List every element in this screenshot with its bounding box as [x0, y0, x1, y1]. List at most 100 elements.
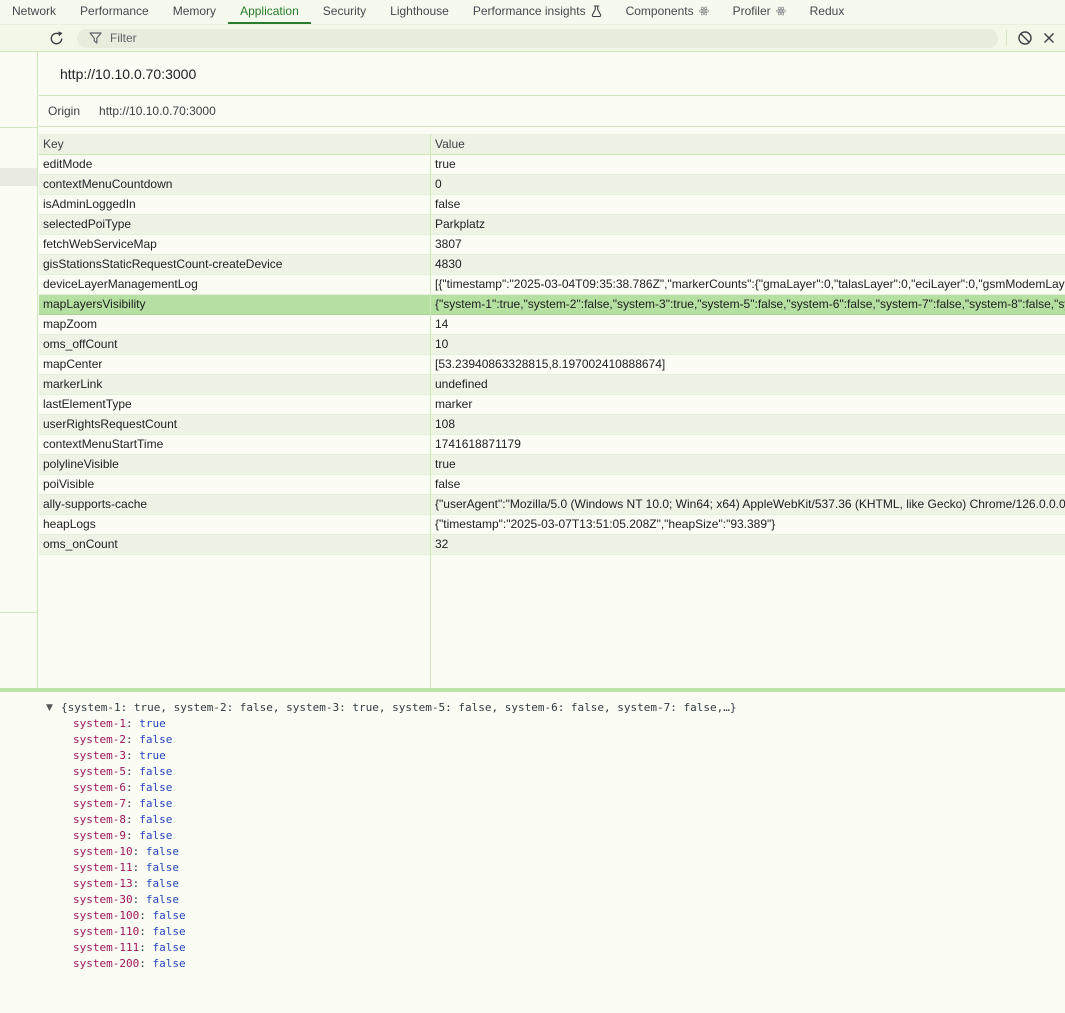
tab-lighthouse[interactable]: Lighthouse [378, 0, 461, 24]
row-value: {"timestamp":"2025-03-07T13:51:05.208Z",… [430, 515, 1065, 534]
table-row[interactable]: oms_onCount32 [39, 535, 1065, 555]
row-key: selectedPoiType [39, 215, 430, 234]
row-value: 10 [430, 335, 1065, 354]
expand-caret-icon[interactable]: ▼ [46, 700, 56, 716]
property-name: system-2 [73, 733, 126, 746]
property-value: false [139, 797, 172, 810]
table-row[interactable]: mapZoom14 [39, 315, 1065, 335]
column-resize-handle[interactable] [430, 134, 431, 688]
property-value: false [139, 813, 172, 826]
object-property[interactable]: system-110: false [73, 924, 1065, 940]
object-property[interactable]: system-8: false [73, 812, 1065, 828]
property-value: false [139, 781, 172, 794]
property-name: system-8 [73, 813, 126, 826]
object-property[interactable]: system-1: true [73, 716, 1065, 732]
table-row[interactable]: lastElementTypemarker [39, 395, 1065, 415]
object-property[interactable]: system-10: false [73, 844, 1065, 860]
tab-performance[interactable]: Performance [68, 0, 161, 24]
tab-application[interactable]: Application [228, 0, 311, 24]
table-row[interactable]: deviceLayerManagementLog[{"timestamp":"2… [39, 275, 1065, 295]
property-name: system-9 [73, 829, 126, 842]
property-name: system-5 [73, 765, 126, 778]
property-name: system-11 [73, 861, 133, 874]
value-preview-pane: ▼ {system-1: true, system-2: false, syst… [0, 692, 1065, 1013]
table-row[interactable]: selectedPoiTypeParkplatz [39, 215, 1065, 235]
table-row[interactable]: ally-supports-cache{"userAgent":"Mozilla… [39, 495, 1065, 515]
tab-profiler[interactable]: Profiler [721, 0, 798, 24]
object-property[interactable]: system-6: false [73, 780, 1065, 796]
close-button[interactable] [1037, 26, 1061, 50]
table-row[interactable]: userRightsRequestCount108 [39, 415, 1065, 435]
property-value: true [139, 749, 166, 762]
property-value: false [146, 861, 179, 874]
tab-performance-insights[interactable]: Performance insights [461, 0, 614, 24]
atom-icon [699, 6, 709, 16]
datagrid-header: Key Value [39, 134, 1065, 155]
sidebar-selected-item[interactable] [0, 168, 37, 186]
object-property[interactable]: system-2: false [73, 732, 1065, 748]
filter-input-wrap[interactable] [77, 29, 998, 48]
table-row[interactable]: isAdminLoggedInfalse [39, 195, 1065, 215]
table-row[interactable]: mapCenter[53.23940863328815,8.1970024108… [39, 355, 1065, 375]
table-row[interactable]: markerLinkundefined [39, 375, 1065, 395]
row-key: isAdminLoggedIn [39, 195, 430, 214]
tab-label: Network [12, 4, 56, 18]
object-property[interactable]: system-9: false [73, 828, 1065, 844]
devtools-tab-bar: Network PerformanceMemory Application Secur… [0, 0, 1065, 25]
tab-network[interactable]: Network [0, 0, 68, 24]
column-header-value[interactable]: Value [430, 134, 1065, 154]
tab-security[interactable]: Security [311, 0, 378, 24]
table-row[interactable]: oms_offCount10 [39, 335, 1065, 355]
filter-input[interactable] [110, 31, 986, 45]
row-value: false [430, 475, 1065, 494]
row-key: contextMenuCountdown [39, 175, 430, 194]
property-value: false [146, 845, 179, 858]
object-property[interactable]: system-13: false [73, 876, 1065, 892]
table-row[interactable]: contextMenuStartTime1741618871179 [39, 435, 1065, 455]
flask-icon [591, 5, 602, 18]
property-name: system-6 [73, 781, 126, 794]
tab-label: Application [240, 4, 299, 18]
row-value: {"system-1":true,"system-2":false,"syste… [430, 295, 1065, 314]
property-name: system-1 [73, 717, 126, 730]
property-value: false [152, 909, 185, 922]
tab-label: Redux [810, 4, 845, 18]
object-property[interactable]: system-200: false [73, 956, 1065, 972]
object-property[interactable]: system-11: false [73, 860, 1065, 876]
property-name: system-10 [73, 845, 133, 858]
refresh-button[interactable] [44, 26, 68, 50]
table-row[interactable]: mapLayersVisibility{"system-1":true,"sys… [39, 295, 1065, 315]
row-key: poiVisible [39, 475, 430, 494]
row-value: 3807 [430, 235, 1065, 254]
tab-memory[interactable]: Memory [161, 0, 228, 24]
tab-redux[interactable]: Redux [798, 0, 857, 24]
storage-toolbar [0, 25, 1065, 52]
object-property[interactable]: system-30: false [73, 892, 1065, 908]
origin-row: Origin http://10.10.0.70:3000 [39, 96, 1065, 127]
table-row[interactable]: heapLogs{"timestamp":"2025-03-07T13:51:0… [39, 515, 1065, 535]
object-property[interactable]: system-3: true [73, 748, 1065, 764]
table-row[interactable]: poiVisiblefalse [39, 475, 1065, 495]
object-preview-summary: ▼ {system-1: true, system-2: false, syst… [46, 700, 1065, 716]
row-key: polylineVisible [39, 455, 430, 474]
object-property[interactable]: system-5: false [73, 764, 1065, 780]
toolbar-divider [1006, 30, 1007, 46]
property-value: false [152, 941, 185, 954]
row-key: userRightsRequestCount [39, 415, 430, 434]
object-property[interactable]: system-111: false [73, 940, 1065, 956]
clear-storage-button[interactable] [1013, 26, 1037, 50]
table-row[interactable]: gisStationsStaticRequestCount-createDevi… [39, 255, 1065, 275]
object-property[interactable]: system-7: false [73, 796, 1065, 812]
object-property[interactable]: system-100: false [73, 908, 1065, 924]
table-row[interactable]: editModetrue [39, 155, 1065, 175]
property-name: system-200 [73, 957, 139, 970]
property-value: true [139, 717, 166, 730]
table-row[interactable]: contextMenuCountdown0 [39, 175, 1065, 195]
tab-components[interactable]: Components [614, 0, 721, 24]
table-row[interactable]: polylineVisibletrue [39, 455, 1065, 475]
column-header-key[interactable]: Key [39, 134, 430, 154]
table-row[interactable]: fetchWebServiceMap3807 [39, 235, 1065, 255]
storage-site-title: http://10.10.0.70:3000 [39, 52, 1065, 96]
row-key: editMode [39, 155, 430, 174]
sidebar-divider [0, 612, 37, 613]
